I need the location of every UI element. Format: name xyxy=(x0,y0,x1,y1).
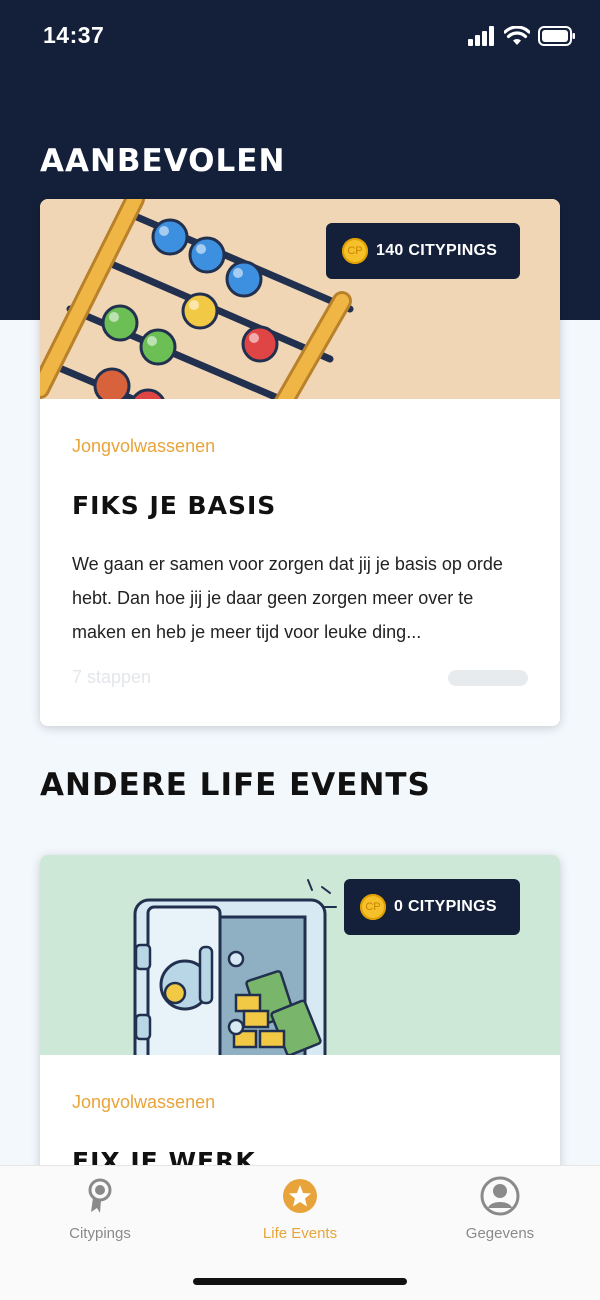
tab-label: Life Events xyxy=(262,1225,338,1242)
status-bar: 14:37 xyxy=(0,0,600,75)
wifi-icon xyxy=(504,26,530,45)
card-image: CP 140 CITYPINGS xyxy=(40,199,560,399)
reward-label: 0 CITYPINGS xyxy=(394,898,497,915)
card-category: Jongvolwassenen xyxy=(72,436,216,456)
tab-label: Gegevens xyxy=(465,1225,535,1242)
card-description: We gaan er samen voor zorgen dat jij je … xyxy=(72,554,503,642)
medal-icon xyxy=(88,1178,112,1213)
tab-citypings[interactable]: Citypings xyxy=(0,1166,200,1266)
card-image: CP 0 CITYPINGS xyxy=(40,855,560,1055)
tab-gegevens[interactable]: Gegevens xyxy=(400,1166,600,1266)
tab-label: Citypings xyxy=(69,1225,131,1242)
tab-life-events[interactable]: Life Events xyxy=(200,1166,400,1266)
card-title: FIKS JE BASIS xyxy=(72,491,277,520)
card-category: Jongvolwassenen xyxy=(72,1092,216,1112)
progress-bar xyxy=(448,670,528,686)
user-icon xyxy=(480,1176,520,1216)
home-indicator xyxy=(193,1278,407,1285)
card-steps: 7 stappen xyxy=(72,667,152,687)
citypings-reward-badge: CP 0 CITYPINGS xyxy=(344,879,520,935)
status-time: 14:37 xyxy=(43,22,105,48)
battery-icon xyxy=(538,26,575,46)
reward-label: 140 CITYPINGS xyxy=(376,242,498,259)
star-icon xyxy=(283,1179,317,1213)
signal-icon xyxy=(468,26,494,46)
status-icons xyxy=(468,26,576,46)
other-events-title: ANDERE LIFE EVENTS xyxy=(40,767,431,803)
recommended-title: AANBEVOLEN xyxy=(40,143,286,179)
coin-icon: CP xyxy=(360,894,386,920)
citypings-reward-badge: CP 140 CITYPINGS xyxy=(326,223,520,279)
coin-icon: CP xyxy=(342,238,368,264)
life-event-card-basis[interactable]: CP 140 CITYPINGS Jongvolwassenen FIKS JE… xyxy=(40,199,560,726)
